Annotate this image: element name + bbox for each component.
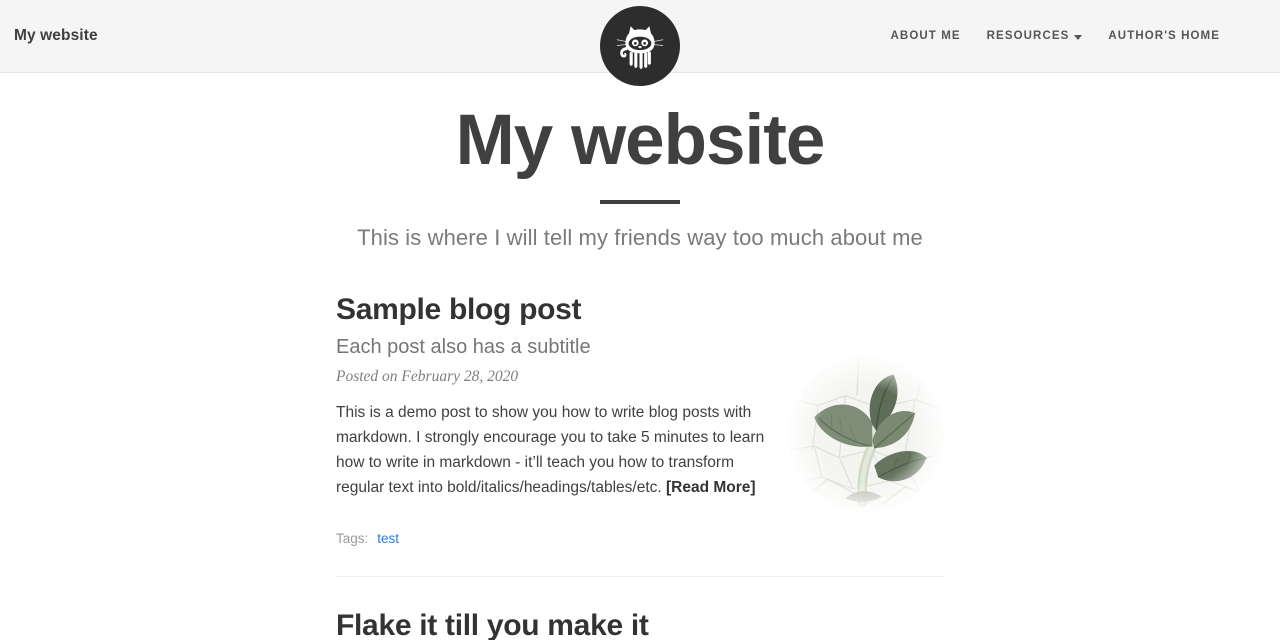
nav-link-label: AUTHOR'S HOME (1108, 30, 1220, 42)
chevron-down-icon (1074, 34, 1083, 40)
nav-link-label: RESOURCES (986, 30, 1070, 42)
navbar-links: ABOUT ME RESOURCES AUTHOR'S HOME (891, 30, 1266, 42)
octocat-icon[interactable] (600, 6, 680, 86)
page-subtitle: This is where I will tell my friends way… (357, 225, 923, 251)
post-preview: Sample blog post Each post also has a su… (336, 293, 944, 578)
read-more-link[interactable]: [Read More] (666, 479, 756, 496)
nav-link-label: ABOUT ME (890, 30, 961, 42)
page-title: My website (455, 101, 826, 180)
post-link[interactable]: Flake it till you make it Excerpt from S… (336, 609, 944, 640)
site-navbar: My website ABOUT ME RESOURCES AUTHOR'S H… (0, 0, 1280, 86)
nav-link-authors-home[interactable]: AUTHOR'S HOME (1108, 30, 1220, 42)
post-excerpt: This is a demo post to show you how to w… (336, 400, 784, 500)
navbar-brand[interactable]: My website (14, 27, 98, 45)
nav-link-about-me[interactable]: ABOUT ME (891, 30, 961, 42)
post-preview: Flake it till you make it Excerpt from S… (336, 577, 944, 640)
tag-link-test[interactable]: test (377, 531, 399, 546)
post-link[interactable]: Sample blog post Each post also has a su… (336, 293, 944, 359)
post-title: Sample blog post (336, 293, 582, 327)
post-list: Sample blog post Each post also has a su… (336, 251, 944, 640)
nav-link-resources[interactable]: RESOURCES (987, 30, 1083, 42)
post-subtitle: Each post also has a subtitle (336, 335, 591, 358)
page-header: My website This is where I will tell my … (0, 73, 1280, 251)
tags-label: Tags: (336, 531, 369, 547)
post-tags: Tags: test (336, 531, 944, 546)
seedling-photo-thumbnail[interactable] (789, 357, 944, 513)
title-divider (600, 200, 680, 205)
post-title: Flake it till you make it (336, 609, 649, 640)
